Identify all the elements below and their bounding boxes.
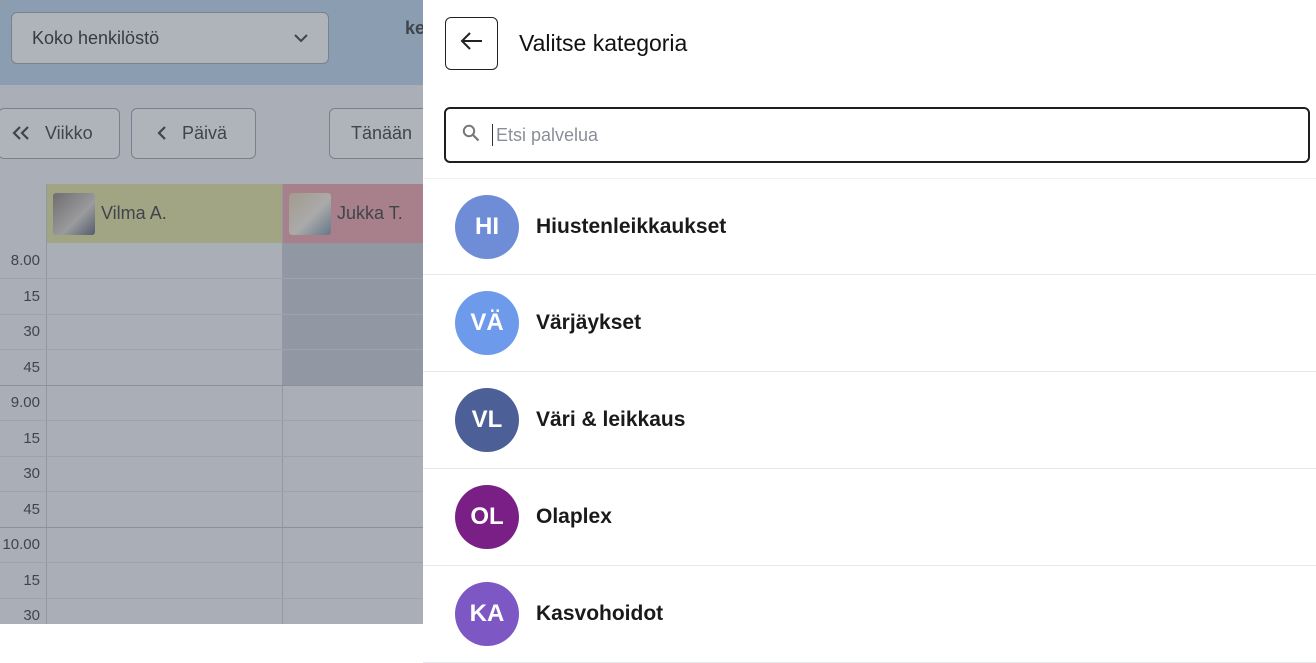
search-input[interactable] xyxy=(492,124,1256,146)
category-item-hiustenleikkaukset[interactable]: HI Hiustenleikkaukset xyxy=(423,178,1316,275)
category-panel: Valitse kategoria HI Hiustenleikkaukset … xyxy=(423,0,1316,663)
panel-title: Valitse kategoria xyxy=(519,30,688,56)
arrow-left-icon xyxy=(460,31,484,56)
category-badge: HI xyxy=(455,194,519,259)
category-label: Olaplex xyxy=(536,505,612,528)
category-badge: KA xyxy=(455,582,519,646)
category-item-varjaykset[interactable]: VÄ Värjäykset xyxy=(423,275,1316,372)
category-list: HI Hiustenleikkaukset VÄ Värjäykset VL V… xyxy=(423,178,1316,663)
category-badge: VÄ xyxy=(455,291,519,355)
search-field[interactable] xyxy=(444,107,1310,163)
category-item-kasvohoidot[interactable]: KA Kasvohoidot xyxy=(423,566,1316,663)
category-label: Väri & leikkaus xyxy=(536,408,686,431)
modal-backdrop[interactable] xyxy=(0,0,423,624)
category-item-vari-leikkaus[interactable]: VL Väri & leikkaus xyxy=(423,372,1316,469)
category-badge: OL xyxy=(455,485,519,549)
back-button[interactable] xyxy=(445,17,498,70)
calendar-background: Koko henkilöstö ke Viikko Päivä Tänään V… xyxy=(0,0,423,624)
search-icon xyxy=(462,124,480,147)
category-item-olaplex[interactable]: OL Olaplex xyxy=(423,469,1316,566)
category-badge: VL xyxy=(455,388,519,452)
category-label: Värjäykset xyxy=(536,311,642,334)
category-label: Hiustenleikkaukset xyxy=(536,214,727,238)
category-label: Kasvohoidot xyxy=(536,602,664,625)
